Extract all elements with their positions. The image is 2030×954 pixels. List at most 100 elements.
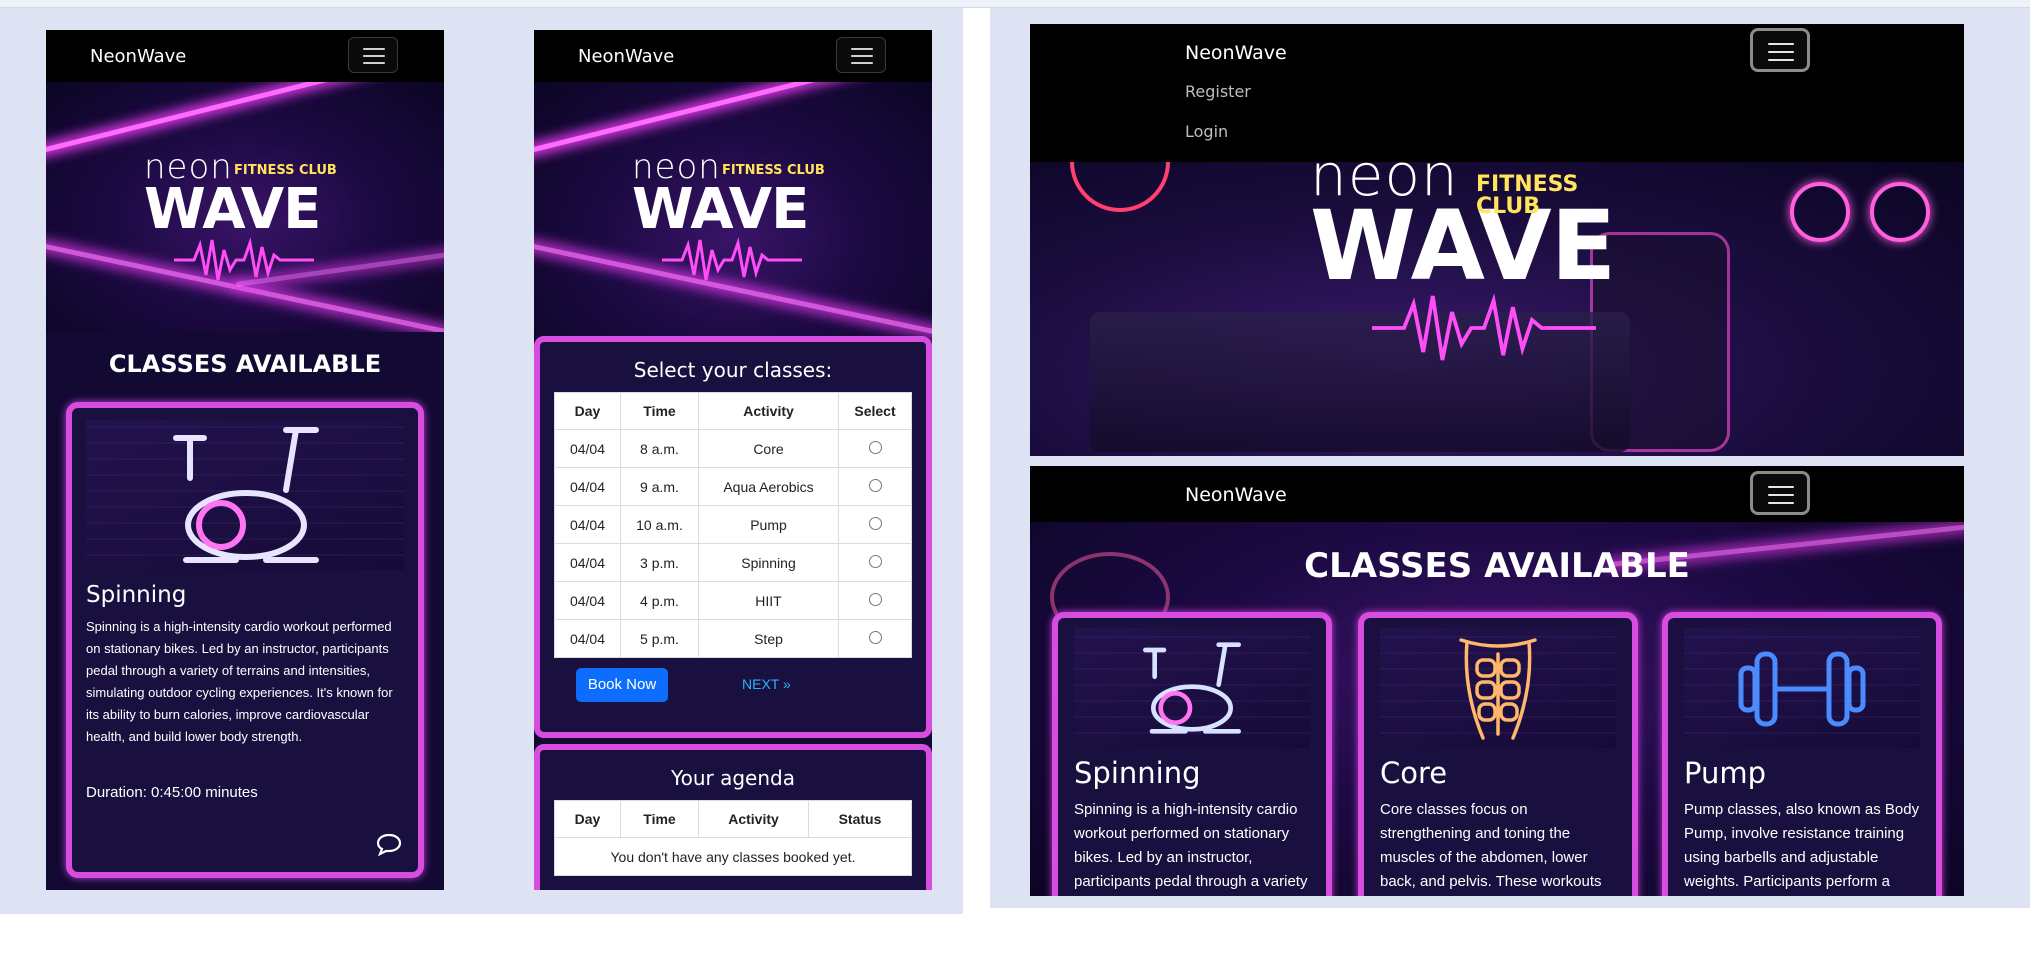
table-row: 04/04 4 p.m. HIIT <box>554 581 912 620</box>
class-description: Pump classes, also known as Body Pump, i… <box>1684 801 1920 890</box>
select-radio[interactable] <box>868 478 882 492</box>
class-card-spinning: Spinning Spinning is a high-intensity ca… <box>66 402 424 878</box>
class-title: Core <box>1380 756 1448 790</box>
cell-day: 04/04 <box>554 581 621 620</box>
class-card-pump: Pump Pump classes, also known as Body Pu… <box>1662 612 1942 896</box>
cell-activity: HIIT <box>698 581 839 620</box>
class-selection-panel: Select your classes: Day Time Activity S… <box>534 336 932 738</box>
select-radio[interactable] <box>868 592 882 606</box>
club-logo: neon FITNESS CLUB WAVE <box>1310 162 1640 366</box>
navbar: NeonWave <box>46 30 444 82</box>
table-row: 04/04 9 a.m. Aqua Aerobics <box>554 467 912 506</box>
class-image <box>1684 628 1920 748</box>
cell-activity: Core <box>698 429 839 468</box>
col-header: Time <box>620 800 699 838</box>
menu-toggle-button[interactable] <box>348 37 398 73</box>
class-card-core: Core Core classes focus on strengthening… <box>1358 612 1638 896</box>
cell-day: 04/04 <box>554 619 621 658</box>
comment-icon[interactable] <box>376 832 402 856</box>
menu-toggle-button[interactable] <box>836 37 886 73</box>
navbar: NeonWave <box>1030 466 1964 522</box>
cell-time: 8 a.m. <box>620 429 699 468</box>
navbar: NeonWave Register Login <box>1030 24 1964 162</box>
desktop-view-classes: NeonWave CLASSES AVAILABLE Spinning Spin… <box>1030 466 1964 896</box>
col-header: Day <box>554 392 621 430</box>
class-title: Spinning <box>86 582 187 608</box>
heartbeat-icon <box>174 237 314 281</box>
hamburger-icon <box>851 48 873 64</box>
brand-link[interactable]: NeonWave <box>90 46 186 67</box>
brand-link[interactable]: NeonWave <box>578 46 674 67</box>
class-description: Spinning is a high-intensity cardio work… <box>86 619 393 744</box>
classes-heading: CLASSES AVAILABLE <box>108 350 382 378</box>
cell-time: 5 p.m. <box>620 619 699 658</box>
cell-time: 10 a.m. <box>620 505 699 544</box>
panel-title: Select your classes: <box>633 358 833 382</box>
select-radio[interactable] <box>868 630 882 644</box>
hamburger-icon <box>1768 43 1794 61</box>
col-header: Activity <box>698 392 839 430</box>
cell-activity: Pump <box>698 505 839 544</box>
panel-title: Your agenda <box>671 766 795 790</box>
agenda-panel: Your agenda Day Time Activity Status You… <box>534 744 932 890</box>
heartbeat-icon <box>1372 293 1596 361</box>
cell-activity: Step <box>698 619 839 658</box>
table-row: You don't have any classes booked yet. <box>554 837 912 876</box>
select-radio[interactable] <box>868 516 882 530</box>
brand-link[interactable]: NeonWave <box>1185 42 1287 64</box>
hero-banner: neon FITNESS CLUB WAVE <box>534 82 932 364</box>
book-now-button[interactable]: Book Now <box>576 668 668 702</box>
class-duration: Duration: 0:45:00 minutes <box>86 784 258 801</box>
cell-time: 9 a.m. <box>620 467 699 506</box>
cell-day: 04/04 <box>554 467 621 506</box>
dumbbell-icon <box>1738 651 1866 727</box>
brand-link[interactable]: NeonWave <box>1185 484 1287 506</box>
col-header: Activity <box>698 800 809 838</box>
table-row: 04/04 5 p.m. Step <box>554 619 912 658</box>
class-description: Core classes focus on strengthening and … <box>1380 801 1602 890</box>
col-header: Status <box>808 800 912 838</box>
browser-ruler <box>0 0 2030 8</box>
next-link[interactable]: NEXT » <box>742 676 791 692</box>
menu-toggle-button[interactable] <box>1750 28 1810 72</box>
abs-icon <box>1459 638 1537 740</box>
mobile-view-classes: NeonWave neon FITNESS CLUB WAVE CLASSES … <box>46 30 444 890</box>
cell-activity: Aqua Aerobics <box>698 467 839 506</box>
select-radio[interactable] <box>868 554 882 568</box>
table-row: 04/04 8 a.m. Core <box>554 429 912 468</box>
class-image <box>1074 628 1310 748</box>
cell-day: 04/04 <box>554 429 621 468</box>
schedule-table: Day Time Activity Select 04/04 8 a.m. Co… <box>554 392 912 658</box>
cell-day: 04/04 <box>554 543 621 582</box>
hamburger-icon <box>1768 486 1794 504</box>
desktop-view-menu-open: NeonWave Register Login neon FITNESS CLU… <box>1030 24 1964 456</box>
hamburger-icon <box>363 48 385 64</box>
cell-activity: Spinning <box>698 543 839 582</box>
mobile-view-booking: NeonWave neon FITNESS CLUB WAVE Select y… <box>534 30 932 890</box>
select-radio[interactable] <box>868 440 882 454</box>
cell-day: 04/04 <box>554 505 621 544</box>
class-title: Pump <box>1684 756 1767 790</box>
col-header: Select <box>838 392 912 430</box>
navbar: NeonWave <box>534 30 932 82</box>
class-image <box>1380 628 1616 748</box>
table-row: 04/04 10 a.m. Pump <box>554 505 912 544</box>
class-title: Spinning <box>1074 756 1201 790</box>
nav-login-link[interactable]: Login <box>1185 122 1228 141</box>
col-header: Time <box>620 392 699 430</box>
bike-icon <box>1143 642 1241 734</box>
club-logo: neon FITNESS CLUB WAVE <box>144 150 344 281</box>
cell-time: 4 p.m. <box>620 581 699 620</box>
table-row: 04/04 3 p.m. Spinning <box>554 543 912 582</box>
class-description: Spinning is a high-intensity cardio work… <box>1074 801 1308 890</box>
hero-banner: neon FITNESS CLUB WAVE <box>46 82 444 332</box>
agenda-table: Day Time Activity Status You don't have … <box>554 800 912 876</box>
classes-heading: CLASSES AVAILABLE <box>1304 546 1690 586</box>
menu-toggle-button[interactable] <box>1750 471 1810 515</box>
hero-banner: neon FITNESS CLUB WAVE <box>1030 162 1964 456</box>
class-card-spinning: Spinning Spinning is a high-intensity ca… <box>1052 612 1332 896</box>
nav-register-link[interactable]: Register <box>1185 82 1251 101</box>
bike-icon <box>173 427 319 563</box>
empty-agenda-message: You don't have any classes booked yet. <box>554 837 912 876</box>
cell-time: 3 p.m. <box>620 543 699 582</box>
